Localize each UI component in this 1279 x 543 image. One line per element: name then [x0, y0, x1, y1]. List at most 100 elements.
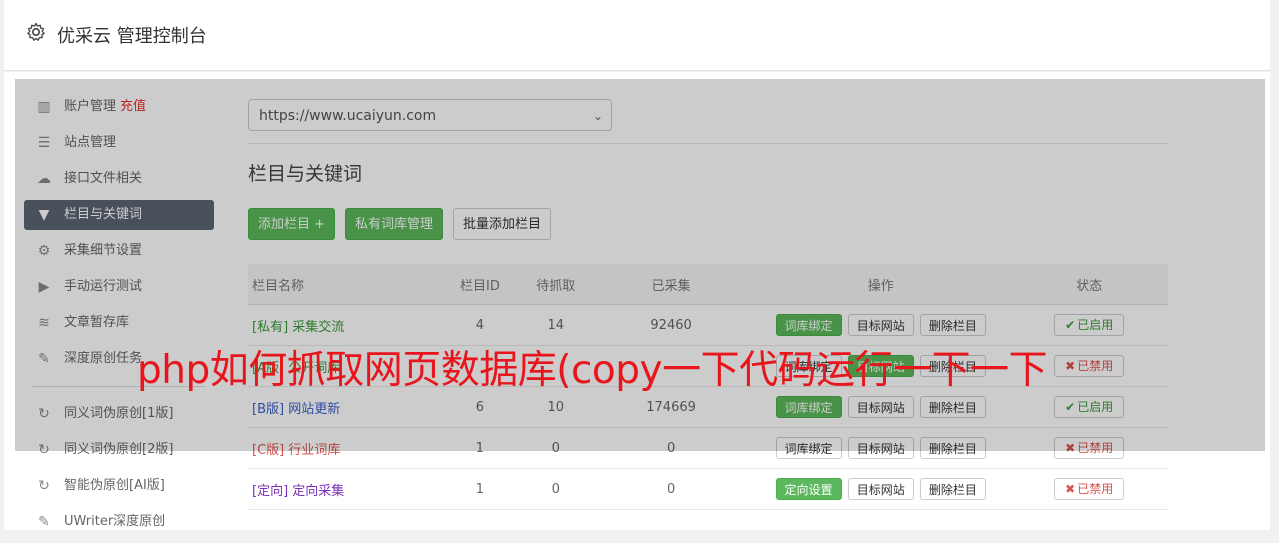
overlay-headline: php如何抓取网页数据库(copy一下代码运行一下一下 [137, 348, 1048, 393]
delete-column-button[interactable]: 删除栏目 [919, 314, 986, 336]
delete-column-button[interactable]: 删除栏目 [919, 437, 986, 459]
header-collected: 已采集 [591, 264, 751, 305]
check-icon: ✔ [1065, 318, 1076, 332]
site-select-value: https://www.ucaiyun.com [259, 108, 437, 124]
table-row: [定向] 定向采集 1 0 0 定向设置 目标网站 删除栏目 ✖ 已禁用 [248, 468, 1168, 510]
batch-add-button[interactable]: 批量添加栏目 [453, 208, 552, 240]
chevron-down-icon: ⌄ [592, 109, 603, 123]
cogs-icon: ⚙ [37, 243, 51, 259]
sidebar-item-interface[interactable]: ☁ 接口文件相关 [24, 164, 214, 194]
close-icon: ✖ [1065, 441, 1076, 455]
sidebar: ▥ 账户管理 充值 ☰ 站点管理 ☁ 接口文件相关 ▼ 栏目与关键词 ⚙ 采集细节… [24, 92, 214, 543]
private-lib-button[interactable]: 私有词库管理 [345, 208, 444, 240]
check-icon: ✔ [1065, 400, 1076, 414]
edit-icon: ✎ [38, 351, 50, 367]
recharge-link[interactable]: 充值 [120, 99, 146, 114]
sidebar-item-label: 文章暂存库 [64, 315, 130, 330]
close-icon: ✖ [1065, 482, 1076, 496]
sidebar-item-account[interactable]: ▥ 账户管理 充值 [24, 92, 214, 122]
header-name: 栏目名称 [248, 264, 440, 305]
content-panel: ▥ 账户管理 充值 ☰ 站点管理 ☁ 接口文件相关 ▼ 栏目与关键词 ⚙ 采集细节… [4, 72, 1270, 530]
status-badge[interactable]: ✖ 已禁用 [1054, 437, 1125, 459]
sidebar-item-columns[interactable]: ▼ 栏目与关键词 [24, 200, 214, 230]
target-site-button[interactable]: 目标网站 [847, 396, 914, 418]
close-icon: ✖ [1065, 359, 1076, 373]
sidebar-item-manual-run[interactable]: ▶ 手动运行测试 [24, 272, 214, 302]
refresh-icon: ↻ [38, 442, 50, 458]
column-name: 采集交流 [292, 319, 345, 335]
column-tag: [定向] [252, 483, 289, 499]
database-icon: ≋ [38, 315, 50, 331]
bind-lexicon-button[interactable]: 词库绑定 [775, 437, 842, 459]
status-badge[interactable]: ✖ 已禁用 [1054, 478, 1125, 500]
sidebar-item-synonym-v1[interactable]: ↻ 同义词伪原创[1版] [24, 399, 214, 429]
refresh-icon: ↻ [38, 478, 50, 494]
play-circle-icon: ▶ [38, 279, 50, 295]
column-id: 1 [439, 427, 521, 469]
sidebar-item-label: 站点管理 [64, 135, 117, 150]
bind-lexicon-button[interactable]: 词库绑定 [775, 314, 842, 336]
sidebar-item-collect-settings[interactable]: ⚙ 采集细节设置 [24, 236, 214, 266]
column-tag: [B版] [252, 401, 285, 417]
app-title: 优采云 管理控制台 [57, 26, 207, 47]
sidebar-item-sites[interactable]: ☰ 站点管理 [24, 128, 214, 158]
divider [248, 143, 1168, 144]
directed-settings-button[interactable]: 定向设置 [775, 478, 842, 500]
delete-column-button[interactable]: 删除栏目 [919, 396, 986, 418]
actions-cell: 词库绑定 目标网站 删除栏目 [750, 427, 1011, 469]
status-badge[interactable]: ✔ 已启用 [1054, 314, 1125, 336]
status-badge[interactable]: ✔ 已启用 [1054, 396, 1125, 418]
gear-icon [27, 22, 45, 41]
bind-lexicon-button[interactable]: 词库绑定 [775, 396, 842, 418]
filter-icon: ▼ [38, 207, 50, 223]
sidebar-item-label: 手动运行测试 [64, 279, 143, 294]
column-name-cell[interactable]: [定向] 定向采集 [248, 468, 440, 510]
collected-count: 0 [591, 427, 751, 469]
sidebar-item-ai-rewrite[interactable]: ↻ 智能伪原创[AI版] [24, 471, 214, 501]
sidebar-item-uwriter[interactable]: ✎ UWriter深度原创 [24, 507, 214, 537]
sidebar-item-synonym-v2[interactable]: ↻ 同义词伪原创[2版] [24, 435, 214, 465]
column-name: 行业词库 [288, 442, 341, 458]
bar-chart-icon: ▥ [37, 99, 51, 115]
column-name: 网站更新 [288, 401, 341, 417]
status-cell: ✖ 已禁用 [1010, 427, 1168, 469]
top-bar: 优采云 管理控制台 [4, 0, 1270, 71]
sidebar-item-article-store[interactable]: ≋ 文章暂存库 [24, 308, 214, 338]
status-label: 已启用 [1077, 318, 1114, 332]
collected-count: 0 [591, 468, 751, 510]
add-column-button[interactable]: 添加栏目 + [248, 208, 336, 240]
status-label: 已禁用 [1077, 441, 1114, 455]
sidebar-item-label: 接口文件相关 [64, 171, 143, 186]
actions-cell: 定向设置 目标网站 删除栏目 [750, 468, 1011, 510]
pending-count: 0 [520, 427, 592, 469]
target-site-button[interactable]: 目标网站 [847, 437, 914, 459]
header-actions: 操作 [750, 264, 1011, 305]
action-buttons: 添加栏目 + 私有词库管理 批量添加栏目 [248, 208, 561, 240]
target-site-button[interactable]: 目标网站 [847, 478, 914, 500]
sidebar-item-label: 同义词伪原创[2版] [64, 442, 174, 457]
header-pending: 待抓取 [520, 264, 592, 305]
sidebar-item-label: 智能伪原创[AI版] [64, 478, 165, 493]
table-header-row: 栏目名称 栏目ID 待抓取 已采集 操作 状态 [248, 264, 1168, 305]
target-site-button[interactable]: 目标网站 [847, 314, 914, 336]
sidebar-item-label: UWriter深度原创 [64, 514, 166, 529]
sidebar-item-label: 采集细节设置 [64, 243, 143, 258]
page-title: 栏目与关键词 [248, 163, 363, 185]
status-label: 已启用 [1077, 400, 1114, 414]
column-id: 1 [439, 468, 521, 510]
cloud-upload-icon: ☁ [37, 171, 51, 187]
status-badge[interactable]: ✖ 已禁用 [1054, 355, 1125, 377]
column-tag: [C版] [252, 442, 285, 458]
sidebar-item-label: 同义词伪原创[1版] [64, 406, 174, 421]
site-select[interactable]: https://www.ucaiyun.com ⌄ [248, 99, 612, 131]
status-label: 已禁用 [1077, 482, 1114, 496]
column-name-cell[interactable]: [C版] 行业词库 [248, 427, 440, 469]
pending-count: 0 [520, 468, 592, 510]
refresh-icon: ↻ [38, 406, 50, 422]
header-id: 栏目ID [439, 264, 521, 305]
edit-icon: ✎ [38, 514, 50, 530]
delete-column-button[interactable]: 删除栏目 [919, 478, 986, 500]
status-label: 已禁用 [1077, 359, 1114, 373]
sidebar-item-label: 账户管理 [64, 99, 117, 114]
column-name: 定向采集 [292, 483, 345, 499]
